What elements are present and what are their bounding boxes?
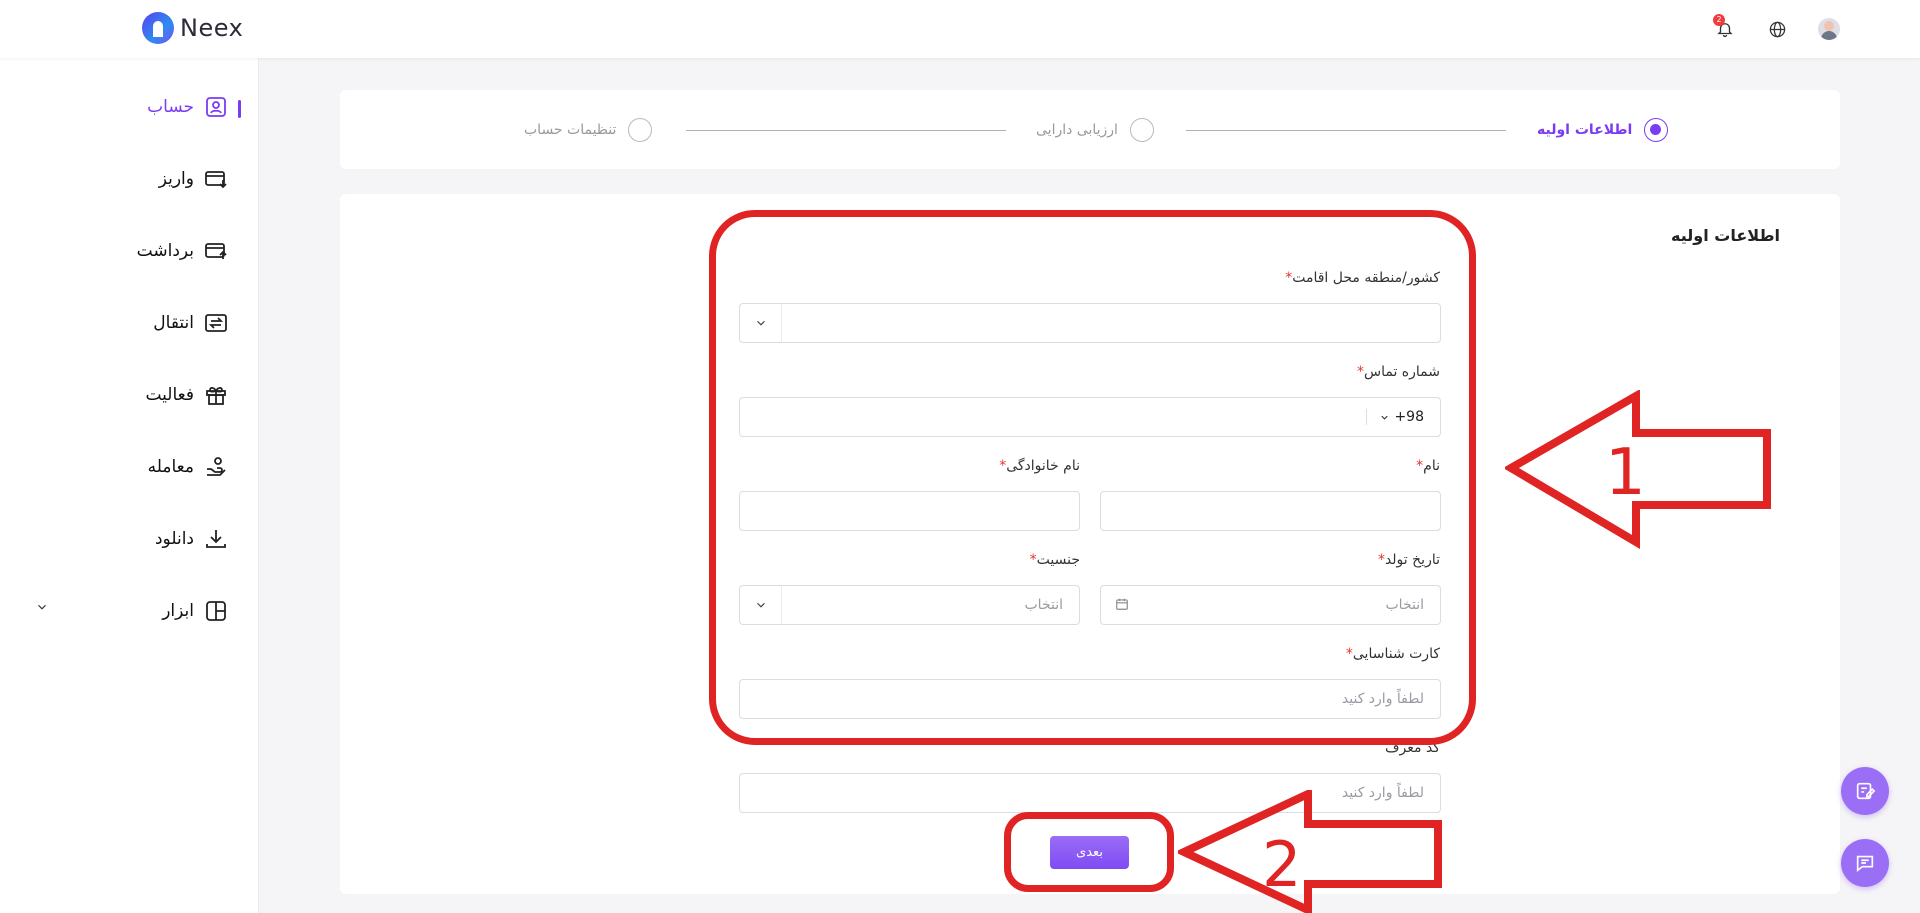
sidebar-item-label: ابزار bbox=[162, 601, 194, 621]
step-connector bbox=[686, 130, 1006, 131]
next-button[interactable]: بعدی bbox=[1050, 836, 1129, 869]
first-name-label: *نام bbox=[1416, 458, 1440, 474]
step-connector bbox=[1186, 130, 1506, 131]
gender-label: *جنسیت bbox=[1029, 552, 1080, 568]
phone-code: +98 bbox=[1394, 409, 1424, 425]
form-title: اطلاعات اولیه bbox=[1671, 226, 1780, 245]
referral-label: کد معرف bbox=[1385, 740, 1440, 756]
transfer-icon bbox=[205, 314, 227, 332]
basic-info-form: اطلاعات اولیه *کشور/منطقه محل اقامت *شما… bbox=[340, 194, 1840, 894]
step-basic-info[interactable]: اطلاعات اولیه bbox=[1537, 118, 1669, 142]
sidebar-item-deposit[interactable]: واریز bbox=[0, 159, 240, 199]
last-name-input[interactable] bbox=[739, 491, 1080, 531]
country-code-select[interactable]: +98 bbox=[1366, 409, 1424, 425]
country-select[interactable] bbox=[739, 303, 1441, 343]
referral-placeholder: لطفاً وارد کنید bbox=[1341, 785, 1424, 801]
trade-hand-icon bbox=[207, 457, 226, 476]
referral-input[interactable]: لطفاً وارد کنید bbox=[739, 773, 1441, 813]
id-card-input[interactable]: لطفاً وارد کنید bbox=[739, 679, 1441, 719]
chat-icon bbox=[1856, 855, 1874, 873]
first-name-input[interactable] bbox=[1100, 491, 1441, 531]
user-square-icon bbox=[206, 97, 226, 117]
sidebar-item-label: معامله bbox=[147, 457, 194, 477]
step-indicator bbox=[1644, 118, 1669, 142]
id-card-placeholder: لطفاً وارد کنید bbox=[1341, 691, 1424, 707]
chevron-down-icon bbox=[1381, 415, 1389, 420]
step-account-settings[interactable]: تنظیمات حساب bbox=[524, 118, 653, 142]
step-indicator bbox=[628, 118, 653, 142]
country-label: *کشور/منطقه محل اقامت bbox=[1285, 270, 1440, 286]
phone-input[interactable]: +98 bbox=[739, 397, 1441, 437]
sidebar-item-activity[interactable]: فعالیت bbox=[0, 375, 240, 415]
id-card-label: *کارت شناسایی bbox=[1345, 646, 1440, 662]
sidebar-item-withdraw[interactable]: برداشت bbox=[0, 231, 240, 271]
logo-mark-icon bbox=[142, 12, 174, 44]
chevron-down-icon bbox=[756, 602, 765, 608]
sidebar-item-label: برداشت bbox=[136, 241, 194, 261]
download-icon bbox=[206, 530, 226, 548]
sidebar: حساب واریز برداشت انتقال فعالیت معامله د… bbox=[0, 58, 259, 913]
sidebar-item-transfer[interactable]: انتقال bbox=[0, 303, 240, 343]
progress-stepper: اطلاعات اولیه ارزیابی دارایی تنظیمات حسا… bbox=[340, 90, 1840, 169]
sidebar-item-label: فعالیت bbox=[145, 385, 194, 405]
header-actions: 2 bbox=[1710, 14, 1844, 44]
layout-icon bbox=[206, 601, 226, 621]
last-name-label: *نام خانوادگی bbox=[999, 458, 1080, 474]
avatar bbox=[1818, 18, 1840, 40]
sidebar-item-trade[interactable]: معامله bbox=[0, 447, 240, 487]
chat-support-button[interactable] bbox=[1841, 839, 1889, 887]
language-button[interactable] bbox=[1762, 14, 1792, 44]
card-withdraw-icon bbox=[205, 243, 227, 259]
step-label: ارزیابی دارایی bbox=[1036, 122, 1118, 138]
gender-select[interactable]: انتخاب bbox=[739, 585, 1080, 625]
user-menu-button[interactable] bbox=[1814, 14, 1844, 44]
step-label: تنظیمات حساب bbox=[524, 122, 617, 138]
brand-logo[interactable]: Neex bbox=[142, 12, 243, 44]
globe-icon bbox=[1769, 21, 1785, 37]
notification-badge: 2 bbox=[1713, 14, 1725, 26]
chevron-down-icon bbox=[756, 320, 765, 326]
step-label: اطلاعات اولیه bbox=[1537, 122, 1633, 138]
sidebar-item-label: انتقال bbox=[153, 313, 194, 333]
step-asset-assessment[interactable]: ارزیابی دارایی bbox=[1036, 118, 1154, 142]
birth-date-placeholder: انتخاب bbox=[1385, 597, 1425, 613]
edit-note-icon bbox=[1856, 782, 1876, 800]
sidebar-item-account[interactable]: حساب bbox=[0, 87, 240, 127]
top-header: Neex 2 bbox=[0, 0, 1920, 58]
birth-date-picker[interactable]: انتخاب bbox=[1100, 585, 1441, 625]
calendar-icon bbox=[1116, 598, 1128, 610]
chevron-down-icon[interactable] bbox=[35, 600, 49, 614]
sidebar-item-label: دانلود bbox=[154, 529, 194, 549]
birth-date-label: *تاریخ تولد bbox=[1377, 552, 1440, 568]
feedback-button[interactable] bbox=[1841, 767, 1889, 815]
sidebar-item-download[interactable]: دانلود bbox=[0, 519, 240, 559]
brand-name: Neex bbox=[180, 14, 244, 42]
sidebar-item-label: حساب bbox=[147, 97, 194, 117]
sidebar-item-label: واریز bbox=[158, 169, 194, 189]
gender-placeholder: انتخاب bbox=[1024, 597, 1064, 613]
gift-icon bbox=[206, 386, 226, 405]
card-deposit-icon bbox=[205, 171, 227, 189]
notification-button[interactable]: 2 bbox=[1710, 14, 1740, 44]
step-indicator bbox=[1129, 118, 1154, 142]
phone-label: *شماره تماس bbox=[1357, 364, 1440, 380]
